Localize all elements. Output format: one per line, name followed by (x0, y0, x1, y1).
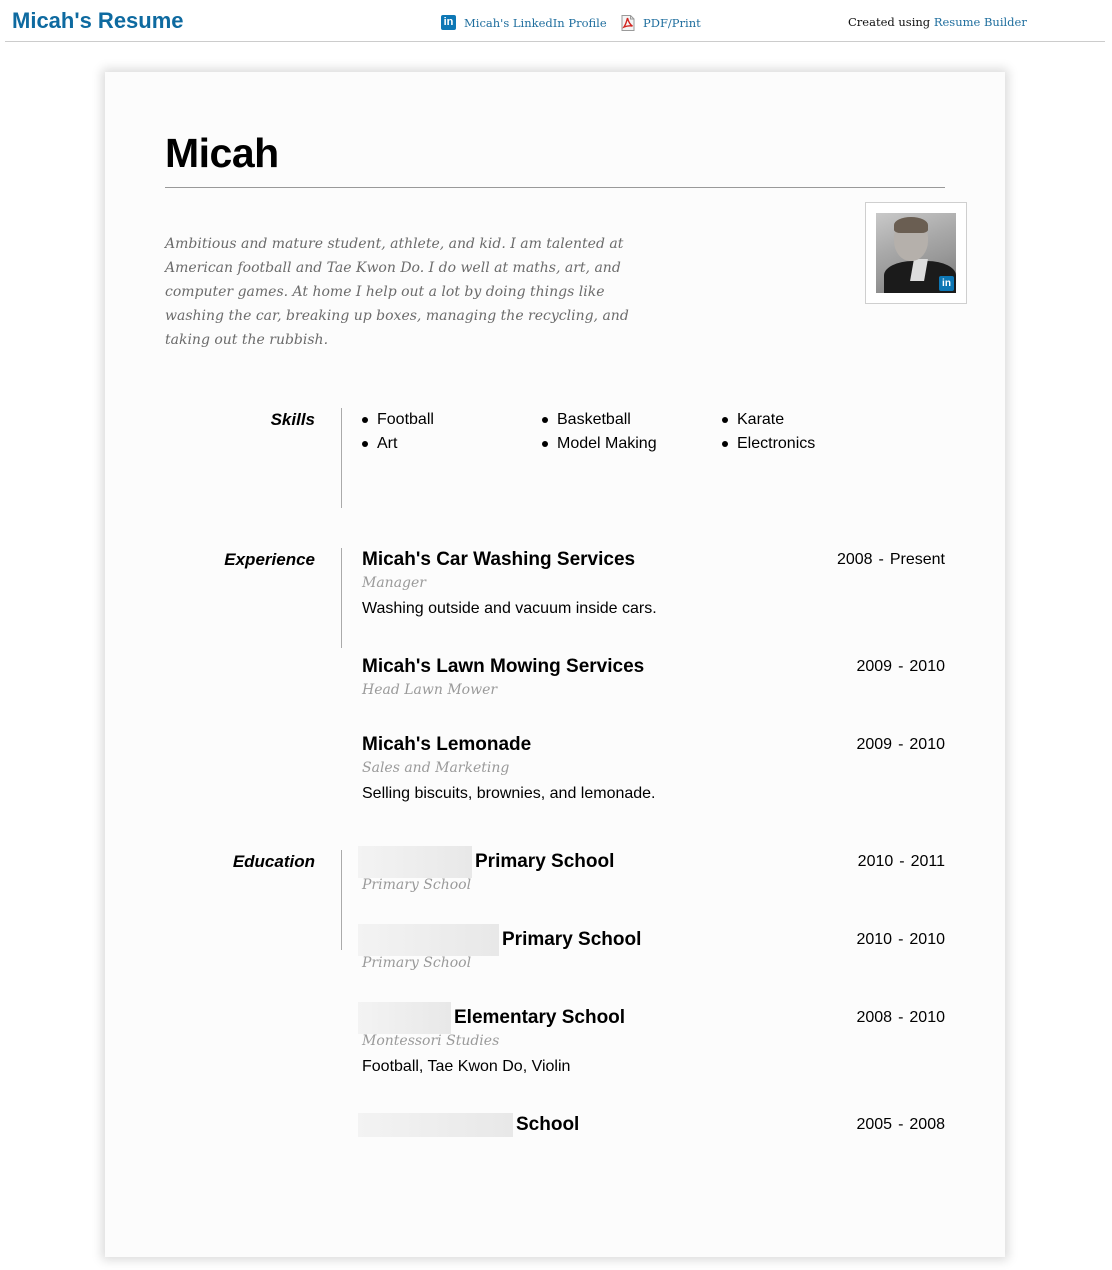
skills-heading: Skills (270, 410, 315, 429)
resume-page: Micah Ambitious and mature student, athl… (105, 72, 1005, 1257)
resume-summary: Ambitious and mature student, athlete, a… (165, 236, 629, 348)
education-dates: 2005-2008 (856, 1116, 945, 1133)
education-dates: 2008-2010 (856, 1009, 945, 1026)
name-divider (165, 187, 945, 188)
education-entry: Elementary School 2008-2010 Montessori S… (358, 1002, 945, 1076)
skill-item: Basketball (542, 410, 722, 429)
pdf-print-link[interactable]: PDF/Print (621, 15, 701, 31)
experience-dates: 2008- Present (836, 551, 945, 568)
skill-item: Model Making (542, 434, 722, 453)
experience-description: Washing outside and vacuum inside cars. (362, 600, 657, 617)
created-using-text: Created using (848, 15, 931, 29)
experience-description: Selling biscuits, brownies, and lemonade… (362, 785, 656, 802)
site-title-link[interactable]: Micah's Resume (12, 8, 184, 34)
header-divider (5, 41, 1105, 42)
linkedin-icon: in (441, 15, 456, 30)
experience-divider (341, 548, 342, 648)
bullet-icon (542, 440, 548, 447)
skill-item: Karate (722, 410, 902, 429)
linkedin-badge-icon[interactable]: in (939, 276, 954, 291)
education-entry: Primary School 2010-2011 Primary School (358, 846, 945, 896)
skills-divider (341, 408, 342, 508)
profile-photo-frame: in (865, 202, 967, 304)
education-description: Football, Tae Kwon Do, Violin (362, 1058, 571, 1075)
education-dates: 2010-2010 (856, 931, 945, 948)
profile-photo[interactable]: in (876, 213, 956, 293)
linkedin-profile-label: Micah's LinkedIn Profile (464, 15, 607, 30)
experience-entry: Micah's Car Washing Services 2008- Presen… (362, 548, 945, 618)
education-program: Primary School (362, 955, 472, 971)
resume-builder-link[interactable]: Resume Builder (934, 15, 1027, 29)
bullet-icon (722, 440, 728, 447)
experience-heading: Experience (224, 550, 315, 569)
experience-dates: 2009-2010 (856, 736, 945, 753)
experience-role: Manager (362, 575, 426, 591)
education-divider (341, 850, 342, 950)
education-entry: Primary School 2010-2010 Primary School (358, 924, 945, 974)
experience-dates: 2009-2010 (856, 658, 945, 675)
resume-name: Micah (165, 130, 279, 176)
pdf-icon (621, 15, 635, 31)
experience-entry: Micah's Lemonade 2009-2010 Sales and Mar… (362, 733, 945, 803)
bullet-icon (362, 440, 368, 447)
education-dates: 2010-2011 (857, 853, 945, 870)
education-program: Primary School (362, 877, 472, 893)
experience-role: Head Lawn Mower (362, 682, 498, 698)
skill-item: Art (362, 434, 542, 453)
skills-list: Football Basketball Karate Art Model Mak… (362, 410, 902, 453)
education-program: Montessori Studies (362, 1033, 500, 1049)
bullet-icon (722, 416, 728, 423)
created-using-credit: Created using Resume Builder (848, 15, 1027, 29)
top-bar: Micah's Resume in Micah's LinkedIn Profi… (0, 0, 1112, 42)
skill-item: Electronics (722, 434, 902, 453)
redacted-block (358, 1113, 513, 1137)
bullet-icon (542, 416, 548, 423)
skill-item: Football (362, 410, 542, 429)
linkedin-profile-link[interactable]: in Micah's LinkedIn Profile (441, 15, 607, 30)
education-heading: Education (232, 852, 315, 871)
experience-role: Sales and Marketing (362, 760, 510, 776)
bullet-icon (362, 416, 368, 423)
experience-entry: Micah's Lawn Mowing Services 2009-2010 H… (362, 655, 945, 701)
education-entry: School 2005-2008 (358, 1113, 945, 1137)
pdf-print-label: PDF/Print (643, 16, 701, 30)
